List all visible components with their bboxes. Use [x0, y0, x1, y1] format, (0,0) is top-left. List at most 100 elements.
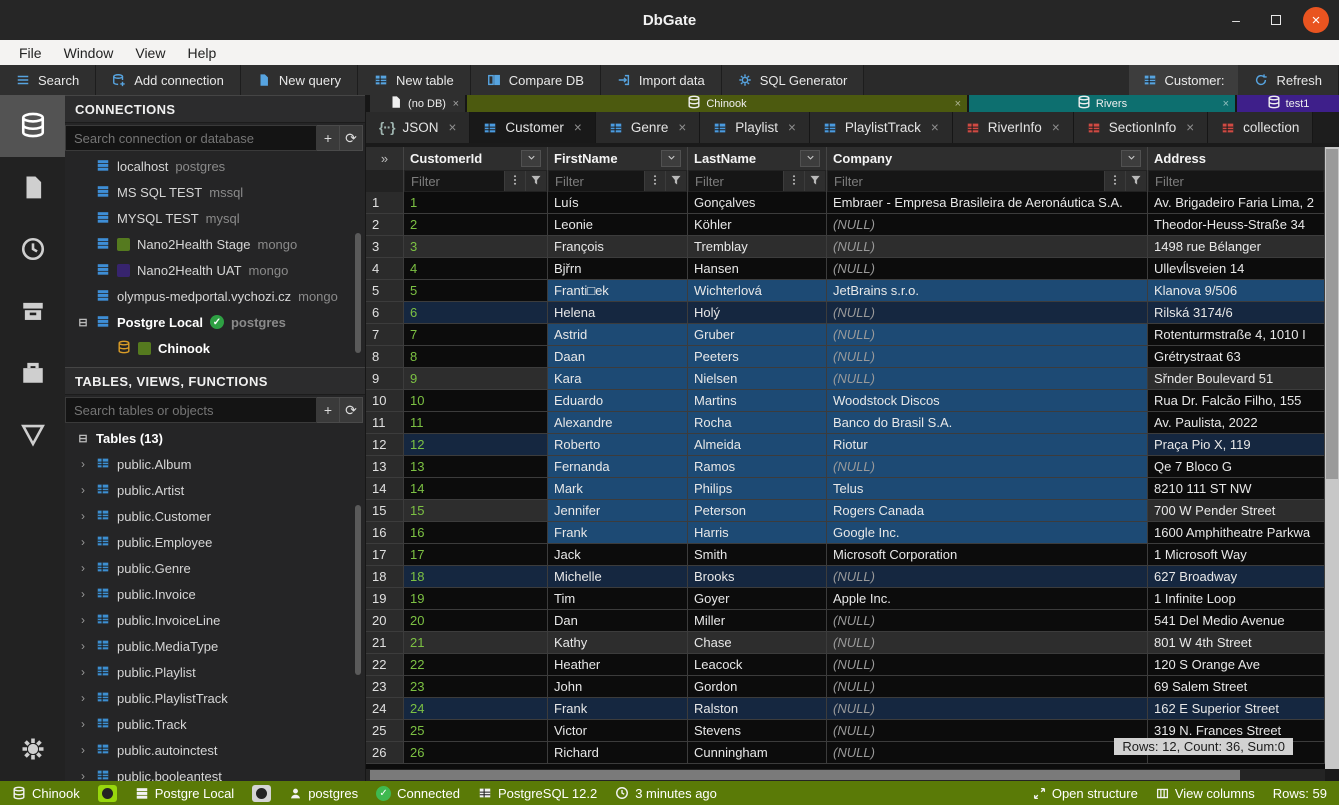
row-number[interactable]: 9	[366, 368, 404, 390]
rail-connections[interactable]	[0, 95, 65, 157]
tables-search-input[interactable]	[65, 397, 317, 423]
cell-company[interactable]: (NULL)	[827, 654, 1148, 676]
tab-group-rivers[interactable]: Rivers×	[969, 95, 1235, 112]
cell-company[interactable]: (NULL)	[827, 258, 1148, 280]
tab-sectioninfo[interactable]: SectionInfo×	[1074, 112, 1208, 143]
tab-collection[interactable]: collection	[1208, 112, 1313, 143]
cell-company[interactable]: JetBrains s.r.o.	[827, 280, 1148, 302]
cell-address[interactable]: Rilská 3174/6	[1148, 302, 1325, 324]
cell-first[interactable]: Eduardo	[548, 390, 688, 412]
table-item[interactable]: ›public.MediaType	[65, 633, 365, 659]
cell-company[interactable]: Rogers Canada	[827, 500, 1148, 522]
close-icon[interactable]: ×	[1186, 120, 1194, 135]
row-number[interactable]: 8	[366, 346, 404, 368]
row-number[interactable]: 7	[366, 324, 404, 346]
cell-address[interactable]: Av. Paulista, 2022	[1148, 412, 1325, 434]
filter-funnel-button[interactable]	[804, 171, 825, 191]
cell-first[interactable]: Mark	[548, 478, 688, 500]
tab-genre[interactable]: Genre×	[596, 112, 700, 143]
table-item[interactable]: ›public.Customer	[65, 503, 365, 529]
cell-id[interactable]: 15	[404, 500, 548, 522]
statusbar-postgres[interactable]: postgres	[289, 786, 358, 801]
title-bar[interactable]: DbGate – ×	[0, 0, 1339, 40]
table-item[interactable]: ›public.Track	[65, 711, 365, 737]
cell-address[interactable]: 8210 111 ST NW	[1148, 478, 1325, 500]
cell-company[interactable]: Google Inc.	[827, 522, 1148, 544]
close-icon[interactable]: ×	[955, 98, 961, 110]
cell-company[interactable]: (NULL)	[827, 742, 1148, 764]
cell-company[interactable]: (NULL)	[827, 456, 1148, 478]
chevron-right-icon[interactable]: ›	[77, 587, 89, 601]
close-icon[interactable]: ×	[574, 120, 582, 135]
cell-first[interactable]: Astrid	[548, 324, 688, 346]
cell-first[interactable]: Daan	[548, 346, 688, 368]
connection-item[interactable]: Nano2Health Stagemongo	[65, 231, 365, 257]
tab-group-chinook[interactable]: Chinook×	[467, 95, 967, 112]
maximize-button[interactable]	[1263, 7, 1289, 33]
cell-id[interactable]: 3	[404, 236, 548, 258]
table-item[interactable]: ›public.Employee	[65, 529, 365, 555]
cell-id[interactable]: 14	[404, 478, 548, 500]
cell-id[interactable]: 22	[404, 654, 548, 676]
chevron-right-icon[interactable]: ›	[77, 457, 89, 471]
cell-first[interactable]: Roberto	[548, 434, 688, 456]
row-number[interactable]: 16	[366, 522, 404, 544]
cell-address[interactable]: 1498 rue Bélanger	[1148, 236, 1325, 258]
search-button[interactable]: Search	[0, 65, 96, 95]
cell-id[interactable]: 4	[404, 258, 548, 280]
cell-last[interactable]: Gonçalves	[688, 192, 827, 214]
column-header-address[interactable]: Address	[1148, 147, 1325, 170]
cell-last[interactable]: Tremblay	[688, 236, 827, 258]
cell-id[interactable]: 10	[404, 390, 548, 412]
cell-id[interactable]: 23	[404, 676, 548, 698]
cell-first[interactable]: Victor	[548, 720, 688, 742]
cell-first[interactable]: Helena	[548, 302, 688, 324]
cell-company[interactable]: Telus	[827, 478, 1148, 500]
connections-search-input[interactable]	[65, 125, 317, 151]
connections-refresh-button[interactable]: ⟳	[340, 125, 363, 151]
cell-last[interactable]: Harris	[688, 522, 827, 544]
table-item[interactable]: ›public.Invoice	[65, 581, 365, 607]
cell-id[interactable]: 13	[404, 456, 548, 478]
chevron-right-icon[interactable]: ›	[77, 483, 89, 497]
filter-options-button[interactable]	[504, 171, 525, 191]
cell-last[interactable]: Rocha	[688, 412, 827, 434]
statusbar-postgre-local[interactable]: Postgre Local	[135, 786, 235, 801]
cell-first[interactable]: John	[548, 676, 688, 698]
cell-first[interactable]: Dan	[548, 610, 688, 632]
row-number[interactable]: 19	[366, 588, 404, 610]
cell-company[interactable]: Microsoft Corporation	[827, 544, 1148, 566]
tables-add-button[interactable]: +	[317, 397, 340, 423]
cell-id[interactable]: 8	[404, 346, 548, 368]
table-item[interactable]: ›public.Artist	[65, 477, 365, 503]
row-number[interactable]: 24	[366, 698, 404, 720]
statusbar-rows-59[interactable]: Rows: 59	[1273, 786, 1327, 801]
row-number[interactable]: 26	[366, 742, 404, 764]
row-number[interactable]: 5	[366, 280, 404, 302]
column-header-customerid[interactable]: CustomerId	[404, 147, 548, 170]
filter-options-button[interactable]	[644, 171, 665, 191]
cell-last[interactable]: Smith	[688, 544, 827, 566]
cell-address[interactable]: 69 Salem Street	[1148, 676, 1325, 698]
cell-company[interactable]: (NULL)	[827, 214, 1148, 236]
grid-corner-expand[interactable]: »	[366, 147, 404, 170]
tab-group--no-db-[interactable]: (no DB)×	[370, 95, 465, 112]
tab-playlisttrack[interactable]: PlaylistTrack×	[810, 112, 953, 143]
table-item[interactable]: ›public.PlaylistTrack	[65, 685, 365, 711]
row-number[interactable]: 3	[366, 236, 404, 258]
cell-last[interactable]: Hansen	[688, 258, 827, 280]
cell-id[interactable]: 17	[404, 544, 548, 566]
tab-customer[interactable]: Customer×	[470, 112, 595, 143]
cell-address[interactable]: 120 S Orange Ave	[1148, 654, 1325, 676]
statusbar-3-minutes-ago[interactable]: 3 minutes ago	[615, 786, 717, 801]
row-number[interactable]: 25	[366, 720, 404, 742]
new-query-button[interactable]: New query	[241, 65, 358, 95]
column-header-firstname[interactable]: FirstName	[548, 147, 688, 170]
cell-first[interactable]: Luís	[548, 192, 688, 214]
cell-first[interactable]: Jack	[548, 544, 688, 566]
row-number[interactable]: 22	[366, 654, 404, 676]
column-menu-button[interactable]	[800, 150, 820, 167]
row-number[interactable]: 17	[366, 544, 404, 566]
row-number[interactable]: 11	[366, 412, 404, 434]
table-item[interactable]: ›public.booleantest	[65, 763, 365, 781]
